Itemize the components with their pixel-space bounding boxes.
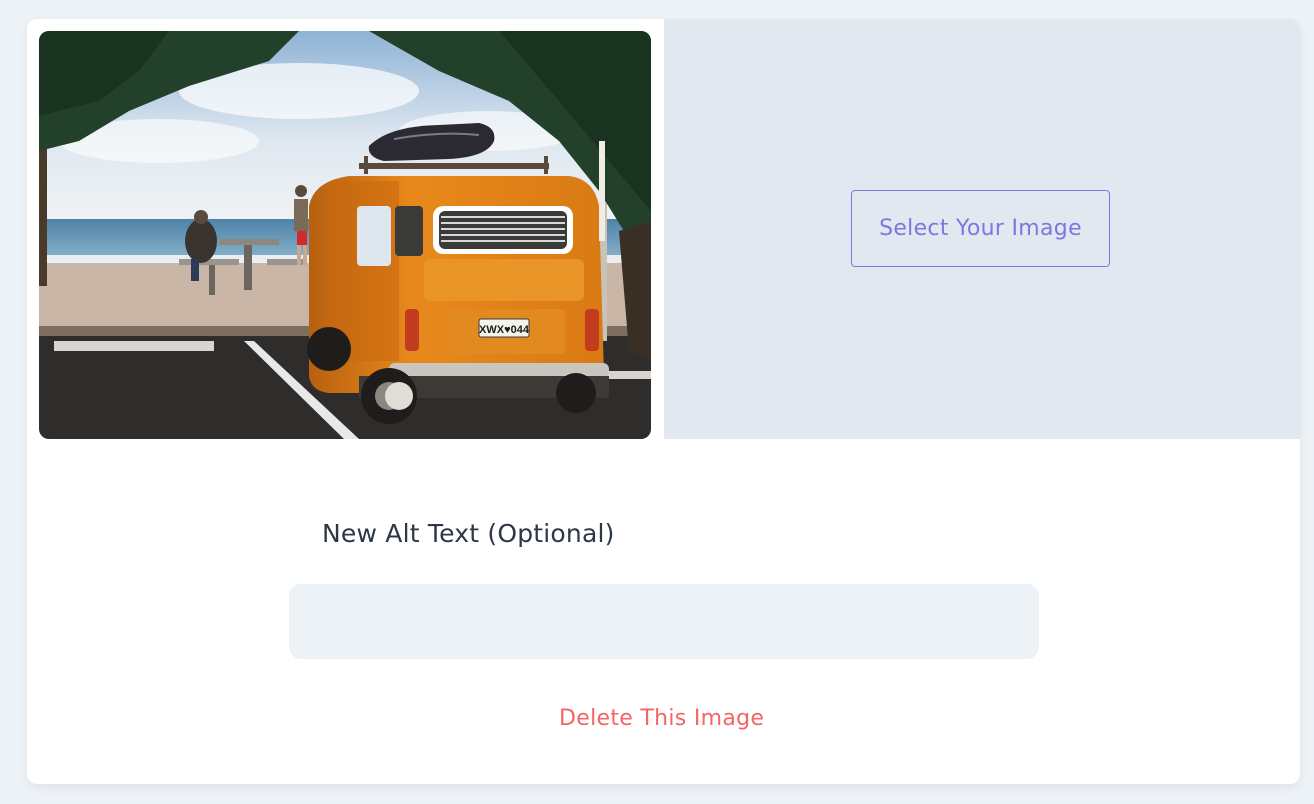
image-editor-card: XWX♥044 Select Your Image New Alt Text (…: [27, 19, 1300, 784]
select-image-button[interactable]: Select Your Image: [851, 190, 1110, 267]
license-plate-text: XWX♥044: [479, 324, 530, 336]
select-image-pane: Select Your Image: [664, 19, 1300, 439]
image-preview-pane: XWX♥044: [27, 19, 664, 439]
alt-text-label: New Alt Text (Optional): [322, 519, 615, 548]
delete-image-button[interactable]: Delete This Image: [559, 706, 764, 731]
image-preview: XWX♥044: [39, 31, 651, 439]
alt-text-input[interactable]: [289, 584, 1039, 659]
